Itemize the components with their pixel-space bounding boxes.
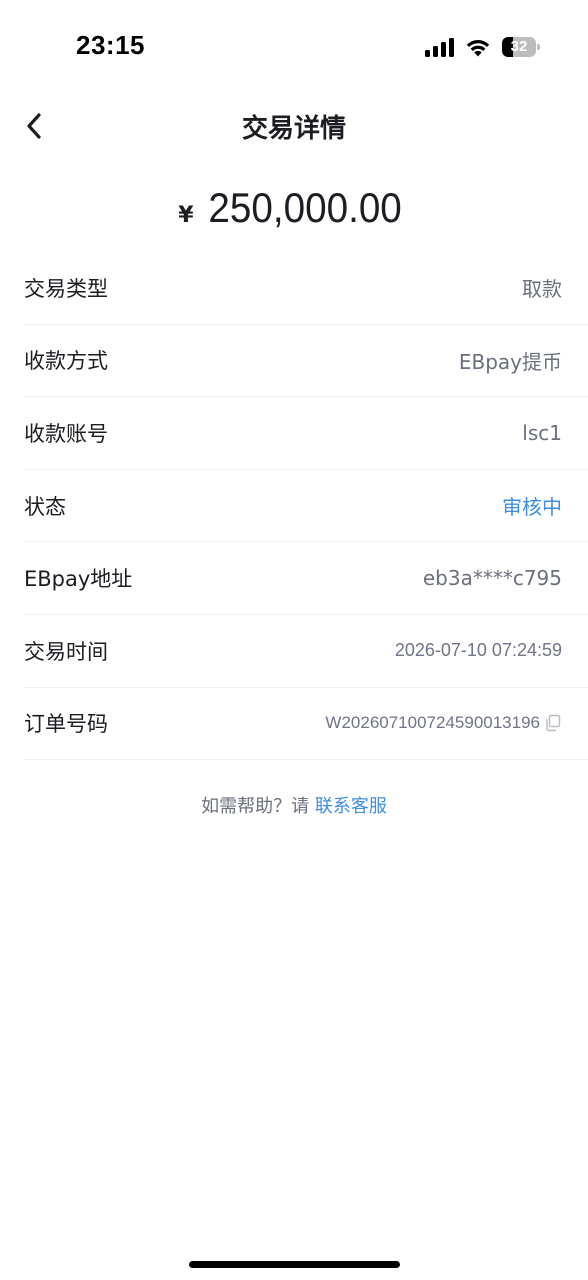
detail-row-order-number: 订单号码 W20260710072459001319​6 xyxy=(24,688,588,761)
detail-label: 订单号码 xyxy=(24,712,108,737)
status-bar: 23:15 32 xyxy=(0,0,588,92)
detail-row-status: 状态 审核中 xyxy=(24,470,588,543)
detail-row-transaction-time: 交易时间 2026-07-10 07:24:59 xyxy=(24,615,588,688)
detail-label: 收款账号 xyxy=(24,421,108,446)
help-line: 如需帮助？请 联系客服 xyxy=(0,792,588,818)
nav-header: 交易详情 xyxy=(0,92,588,162)
copy-icon[interactable] xyxy=(544,714,562,732)
detail-value: eb3a****c795 xyxy=(422,566,562,591)
battery-icon: 32 xyxy=(502,37,540,57)
home-indicator[interactable] xyxy=(189,1261,400,1268)
order-number-text: W20260710072459001319​6 xyxy=(325,713,540,733)
transaction-detail-screen: 23:15 32 交易详情 ¥ 250,000.00 交易类型 取款 收款方式 … xyxy=(0,0,588,1280)
amount-value: 250,000.00 xyxy=(207,184,402,231)
detail-label: 状态 xyxy=(24,494,66,519)
detail-value: EBpay提币 xyxy=(458,349,562,374)
detail-value: 2026-07-10 07:24:59 xyxy=(394,640,562,661)
currency-symbol: ¥ xyxy=(178,203,194,228)
status-badge: 审核中 xyxy=(502,495,562,520)
detail-label: EBpay地址 xyxy=(24,567,133,592)
status-time: 23:15 xyxy=(76,30,145,60)
order-number-value: W20260710072459001319​6 xyxy=(325,713,562,733)
detail-row-ebpay-address: EBpay地址 eb3a****c795 xyxy=(24,542,588,615)
page-title: 交易详情 xyxy=(241,114,346,144)
contact-support-link[interactable]: 联系客服 xyxy=(315,796,387,817)
detail-row-transaction-type: 交易类型 取款 xyxy=(24,252,588,325)
battery-level: 32 xyxy=(510,38,528,55)
status-icons: 32 xyxy=(425,36,540,58)
detail-label: 交易时间 xyxy=(24,639,108,664)
detail-row-payment-method: 收款方式 EBpay提币 xyxy=(24,325,588,398)
wifi-icon xyxy=(466,40,490,57)
detail-label: 交易类型 xyxy=(24,276,108,301)
cellular-signal-icon xyxy=(425,37,454,57)
help-prefix: 如需帮助？请 xyxy=(201,796,315,817)
detail-value: lsc1 xyxy=(522,420,562,445)
detail-value: 取款 xyxy=(522,277,562,302)
detail-label: 收款方式 xyxy=(24,349,108,374)
detail-list: 交易类型 取款 收款方式 EBpay提币 收款账号 lsc1 状态 审核中 EB… xyxy=(24,252,588,761)
detail-row-account: 收款账号 lsc1 xyxy=(24,397,588,470)
transaction-amount: ¥ 250,000.00 xyxy=(0,184,588,232)
